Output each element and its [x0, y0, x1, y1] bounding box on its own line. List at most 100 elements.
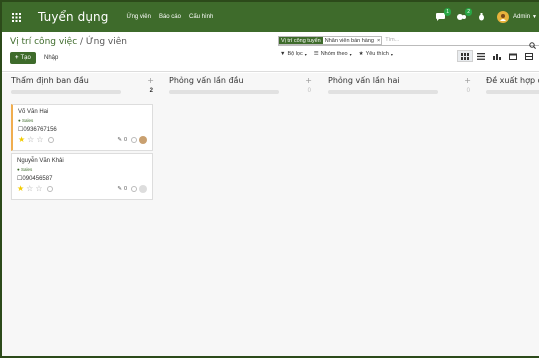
import-button[interactable]: Nhập: [40, 52, 62, 64]
apps-menu-icon[interactable]: [6, 2, 26, 32]
activity-clock-icon[interactable]: [46, 186, 53, 192]
breadcrumb-separator: /: [77, 37, 86, 47]
favorites-label: Yêu thích: [365, 51, 389, 57]
applicant-tag: ● Sales: [18, 118, 34, 123]
activity-badge: 2: [465, 8, 473, 16]
quick-create-icon[interactable]: +: [147, 76, 154, 85]
list-view-icon[interactable]: [473, 50, 489, 62]
column-header[interactable]: Phỏng vấn lần hai +: [328, 76, 471, 88]
control-panel: Vị trí công việc / Ứng viên + Tạo Nhập V…: [2, 32, 539, 72]
applicant-name: Nguyễn Văn Khải: [17, 158, 64, 164]
kanban-card[interactable]: Võ Văn Hai ● Sales ☐0936767156 ★ ☆ ☆ ✎ 0: [11, 104, 153, 151]
kanban-column: Phỏng vấn lần hai + 0: [328, 73, 471, 356]
applicant-tag: ● Sales: [17, 167, 33, 172]
breadcrumb: Vị trí công việc / Ứng viên: [10, 37, 127, 47]
menu-ung-vien[interactable]: Ứng viên: [126, 14, 150, 20]
search-bar: Vị trí công tuyển Nhân viên bán hàng × T…: [278, 35, 539, 49]
activity-icon[interactable]: 2: [457, 8, 473, 21]
plus-icon: +: [15, 55, 19, 61]
caret-down-icon: ▾: [390, 51, 393, 57]
star-icon[interactable]: ★: [17, 185, 24, 193]
kanban-card[interactable]: Nguyễn Văn Khải ● Sales ☐090456587 ★ ☆ ☆…: [11, 153, 153, 200]
create-button-label: Tạo: [20, 55, 31, 61]
priority-stars[interactable]: ★ ☆ ☆: [18, 136, 54, 144]
column-header[interactable]: Đề xuất hợp đồng: [486, 76, 539, 88]
top-navbar: Tuyển dụng Ứng viên Báo cáo Cấu hình 1 2…: [2, 2, 539, 32]
import-button-label: Nhập: [44, 55, 59, 61]
column-title: Đề xuất hợp đồng: [486, 76, 539, 85]
column-title: Phỏng vấn lần hai: [328, 76, 400, 85]
star-icon[interactable]: ☆: [27, 136, 34, 144]
search-input[interactable]: Tìm...: [385, 37, 399, 43]
column-header[interactable]: Phỏng vấn lần đầu +: [169, 76, 312, 88]
bug-icon[interactable]: [478, 13, 485, 21]
attachment-count: 0: [123, 186, 127, 192]
menu-cau-hinh[interactable]: Cấu hình: [189, 14, 213, 20]
chat-badge: 1: [444, 8, 452, 16]
applicant-name: Võ Văn Hai: [18, 109, 49, 115]
column-title: Phỏng vấn lần đầu: [169, 76, 244, 85]
groupby-dropdown[interactable]: ☰ Nhóm theo ▾: [314, 51, 352, 57]
star-icon[interactable]: ☆: [26, 185, 33, 193]
star-icon[interactable]: ☆: [36, 136, 43, 144]
create-button[interactable]: + Tạo: [10, 52, 36, 64]
filter-icon: ▼: [280, 51, 286, 57]
search-options: ▼ Bộ lọc ▾ ☰ Nhóm theo ▾ ★ Yêu thích ▾: [280, 51, 393, 57]
kanban-board: Thẩm định ban đầu + 2 Võ Văn Hai ● Sales…: [2, 73, 539, 356]
search-facet: Vị trí công tuyển Nhân viên bán hàng ×: [278, 35, 383, 45]
tag-dot-icon: ●: [18, 118, 21, 123]
quick-create-icon[interactable]: +: [464, 76, 471, 85]
column-count: 2: [149, 88, 153, 94]
quick-create-icon[interactable]: +: [305, 76, 312, 85]
kanban-view-icon[interactable]: [457, 50, 473, 62]
menu-bao-cao[interactable]: Báo cáo: [159, 14, 181, 20]
filter-dropdown[interactable]: ▼ Bộ lọc ▾: [280, 51, 307, 57]
caret-down-icon: ▾: [304, 51, 307, 57]
applicant-phone: ☐090456587: [17, 176, 53, 182]
kanban-column: Đề xuất hợp đồng: [486, 73, 539, 356]
column-header[interactable]: Thẩm định ban đầu +: [11, 76, 154, 88]
caret-down-icon: ▾: [349, 51, 352, 57]
state-dot-icon[interactable]: [131, 137, 137, 143]
column-progress-bar: [486, 90, 539, 94]
tag-dot-icon: ●: [17, 167, 20, 172]
star-icon[interactable]: ☆: [35, 185, 42, 193]
state-dot-icon[interactable]: [131, 186, 137, 192]
activity-clock-icon[interactable]: [47, 137, 54, 143]
column-progress-bar: [169, 90, 279, 94]
user-avatar: [139, 185, 147, 193]
star-icon[interactable]: ★: [18, 136, 25, 144]
app-frame: Tuyển dụng Ứng viên Báo cáo Cấu hình 1 2…: [0, 0, 539, 358]
groupby-label: Nhóm theo: [320, 51, 348, 57]
paperclip-icon: ✎: [117, 186, 122, 192]
breadcrumb-current: Ứng viên: [85, 37, 127, 47]
facet-remove-icon[interactable]: ×: [376, 37, 381, 44]
facet-value: Nhân viên bán hàng: [324, 37, 374, 44]
user-name[interactable]: Admin: [513, 14, 530, 20]
favorites-dropdown[interactable]: ★ Yêu thích ▾: [359, 51, 393, 57]
filter-label: Bộ lọc: [287, 51, 303, 57]
user-avatar: [139, 136, 147, 144]
column-progress-bar: [11, 90, 121, 94]
column-count: 0: [307, 88, 311, 94]
kanban-column: Thẩm định ban đầu + 2 Võ Văn Hai ● Sales…: [11, 73, 154, 356]
breadcrumb-parent[interactable]: Vị trí công việc: [10, 37, 77, 47]
column-progress-bar: [328, 90, 438, 94]
kanban-column: Phỏng vấn lần đầu + 0: [169, 73, 312, 356]
user-avatar[interactable]: [497, 11, 510, 23]
view-switcher: [457, 50, 537, 62]
pivot-view-icon[interactable]: [521, 50, 537, 62]
facet-label: Vị trí công tuyển: [279, 36, 323, 44]
chat-icon[interactable]: 1: [436, 8, 452, 21]
groupby-icon: ☰: [313, 51, 319, 57]
graph-view-icon[interactable]: [489, 50, 505, 62]
attachment-count: 0: [123, 137, 127, 143]
app-brand[interactable]: Tuyển dụng: [38, 10, 108, 24]
column-count: 0: [466, 88, 470, 94]
star-icon: ★: [358, 51, 364, 57]
column-title: Thẩm định ban đầu: [11, 76, 89, 85]
applicant-phone: ☐0936767156: [18, 127, 57, 133]
priority-stars[interactable]: ★ ☆ ☆: [17, 185, 53, 193]
chevron-down-icon[interactable]: ▼: [532, 14, 537, 20]
calendar-view-icon[interactable]: [505, 50, 521, 62]
